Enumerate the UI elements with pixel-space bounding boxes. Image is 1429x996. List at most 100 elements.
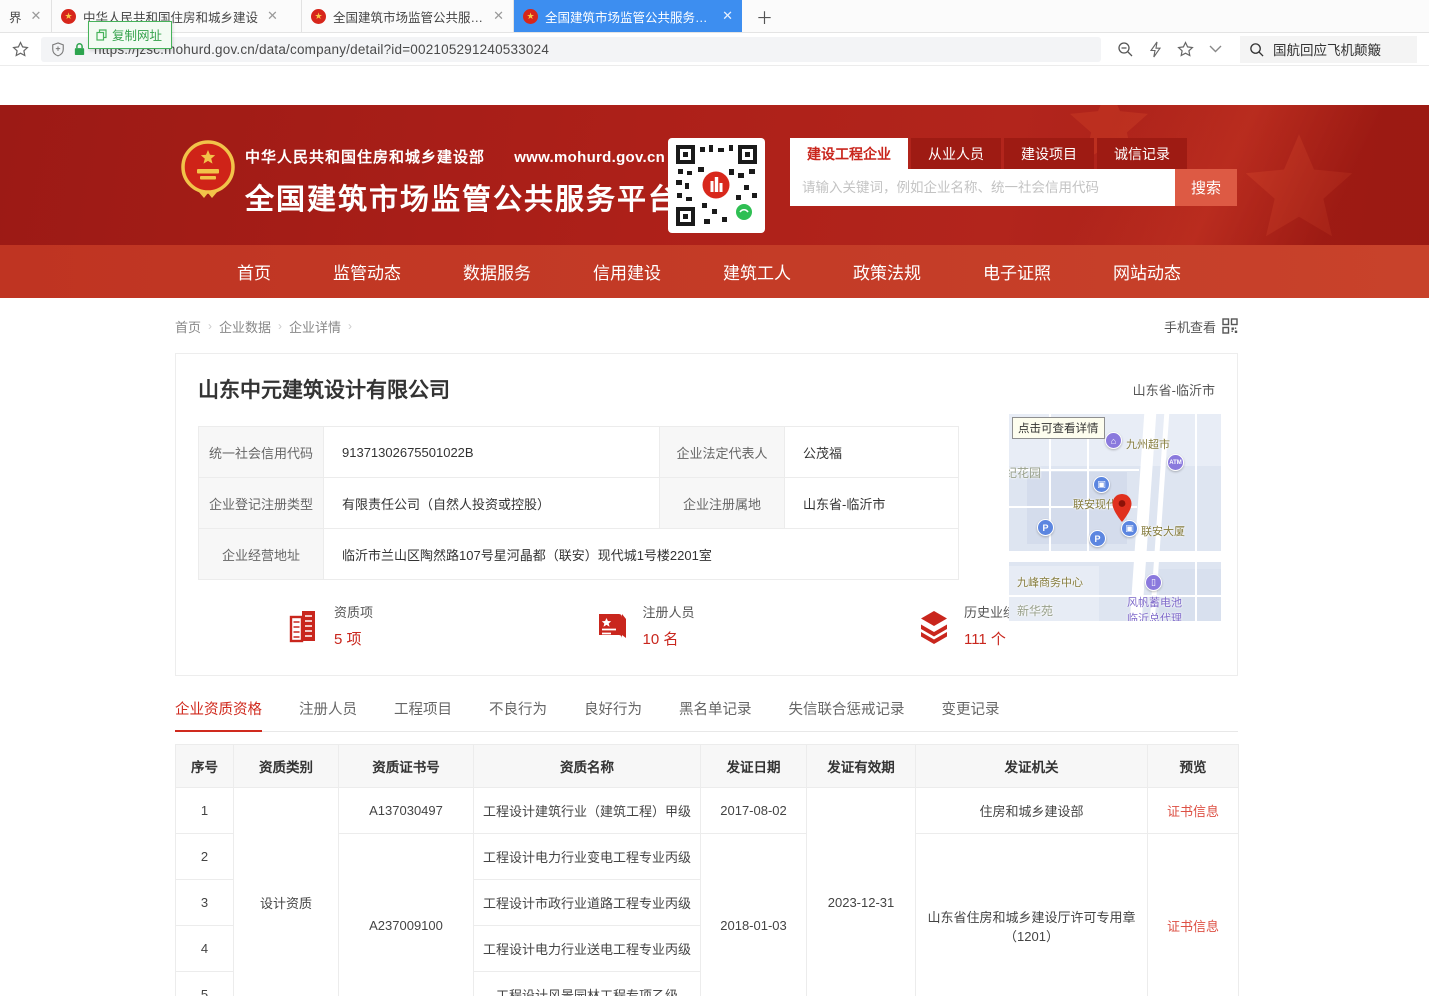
nav-certificates[interactable]: 电子证照 (952, 259, 1082, 284)
qualification-name: 工程设计电力行业送电工程专业丙级 (474, 926, 701, 972)
browser-tab-2[interactable]: ★ 全国建筑市场监管公共服务平台 ✕ (302, 0, 514, 32)
close-tab-icon[interactable]: ✕ (722, 8, 733, 24)
tab-registered-personnel[interactable]: 注册人员 (299, 698, 357, 731)
nav-policy[interactable]: 政策法规 (822, 259, 952, 284)
nav-workers[interactable]: 建筑工人 (692, 259, 822, 284)
stat-value: 5 项 (334, 628, 373, 649)
certificate-info-link[interactable]: 证书信息 (1167, 919, 1219, 934)
qualification-name: 工程设计电力行业变电工程专业丙级 (474, 834, 701, 880)
col-preview: 预览 (1148, 745, 1239, 788)
crumb-company-detail[interactable]: 企业详情 (289, 317, 341, 336)
map-road (1087, 434, 1089, 551)
stat-historical-performance[interactable]: 历史业绩 111 个 (916, 602, 1016, 649)
reg-type-label: 企业登记注册类型 (199, 478, 324, 529)
reg-type-value: 有限责任公司（自然人投资或控股） (324, 478, 660, 529)
atm-marker-icon: ATM (1167, 454, 1184, 471)
table-row: 1 设计资质 A137030497 工程设计建筑行业（建筑工程）甲级 2017-… (176, 788, 1239, 834)
search-tab-credit[interactable]: 诚信记录 (1097, 138, 1187, 169)
mobile-view[interactable]: 手机查看 (1164, 317, 1238, 336)
qualification-name: 工程设计建筑行业（建筑工程）甲级 (474, 788, 701, 834)
stat-label: 注册人员 (642, 602, 694, 621)
issuing-authority: 住房和城乡建设部 (916, 788, 1148, 834)
address-label: 企业经营地址 (199, 529, 324, 580)
tab-dishonesty[interactable]: 失信联合惩戒记录 (789, 698, 905, 731)
close-tab-icon[interactable]: ✕ (31, 8, 42, 24)
tab-good-behavior[interactable]: 良好行为 (584, 698, 642, 731)
credit-code-label: 统一社会信用代码 (199, 427, 324, 478)
lightning-icon[interactable] (1149, 41, 1162, 58)
qualification-category: 设计资质 (234, 788, 339, 996)
crumb-home[interactable]: 首页 (175, 317, 201, 336)
col-cert-no: 资质证书号 (339, 745, 474, 788)
crumb-company-data[interactable]: 企业数据 (219, 317, 271, 336)
issuing-authority: 山东省住房和城乡建设厅许可专用章（1201） (916, 834, 1148, 996)
map-tooltip: 点击可查看详情 (1012, 417, 1105, 439)
browser-actions (1117, 41, 1222, 58)
address-value: 临沂市兰山区陶然路107号星河晶都（联安）现代城1号楼2201室 (324, 529, 959, 580)
reg-place-label: 企业注册属地 (660, 478, 785, 529)
reg-place-value: 山东省-临沂市 (785, 478, 959, 529)
search-tab-enterprise[interactable]: 建设工程企业 (790, 138, 908, 169)
col-category: 资质类别 (234, 745, 339, 788)
map-label-lianan-tower: 联安大厦 (1141, 523, 1185, 539)
stat-label: 资质项 (334, 602, 373, 621)
tab-title: 全国建筑市场监管公共服务平台 (333, 7, 484, 26)
search-tab-project[interactable]: 建设项目 (1004, 138, 1094, 169)
copy-url-label: 复制网址 (112, 25, 162, 44)
crumb-separator: › (278, 319, 282, 333)
tab-projects[interactable]: 工程项目 (394, 698, 452, 731)
bookmark-star-icon[interactable] (12, 41, 29, 58)
map-road (1195, 414, 1197, 621)
favorites-star-icon[interactable] (1177, 41, 1194, 58)
browser-tab-0[interactable]: 界 ✕ (0, 0, 52, 32)
nav-credit[interactable]: 信用建设 (562, 259, 692, 284)
issue-date: 2017-08-02 (701, 788, 807, 834)
zoom-out-icon[interactable] (1117, 41, 1134, 58)
tab-bad-behavior[interactable]: 不良行为 (489, 698, 547, 731)
nav-home[interactable]: 首页 (206, 259, 302, 284)
qr-code (668, 138, 765, 233)
supermarket-marker-icon: ⌂ (1105, 432, 1122, 449)
browser-search-box[interactable]: 国航回应飞机颠簸 (1240, 36, 1417, 63)
location-map[interactable]: 点击可查看详情 ⌂ 九州超市 纪花园 ATM ▣ 联安现代城 ▣ 联安大厦 P … (1009, 414, 1221, 621)
row-no: 2 (176, 834, 234, 880)
table-header-row: 序号 资质类别 资质证书号 资质名称 发证日期 发证有效期 发证机关 预览 (176, 745, 1239, 788)
url-input[interactable]: https://jzsc.mohurd.gov.cn/data/company/… (41, 37, 1101, 62)
qualification-name: 工程设计市政行业道路工程专业丙级 (474, 880, 701, 926)
chevron-down-icon[interactable] (1209, 45, 1222, 53)
nav-supervision[interactable]: 监管动态 (302, 259, 432, 284)
site-titles: 中华人民共和国住房和城乡建设部 www.mohurd.gov.cn 全国建筑市场… (245, 146, 679, 218)
shield-icon[interactable] (51, 42, 65, 57)
stat-registered-personnel[interactable]: 注册人员 10 名 (594, 602, 694, 649)
search-tab-personnel[interactable]: 从业人员 (911, 138, 1001, 169)
crumb-separator: › (208, 319, 212, 333)
stat-qualifications[interactable]: 资质项 5 项 (286, 602, 373, 649)
browser-tab-bar: 界 ✕ ★ 中华人民共和国住房和城乡建设 ✕ ★ 全国建筑市场监管公共服务平台 … (0, 0, 1429, 33)
col-authority: 发证机关 (916, 745, 1148, 788)
qualification-icon (286, 608, 322, 644)
certificate-info-link[interactable]: 证书信息 (1167, 804, 1219, 819)
national-emblem-logo (180, 138, 236, 204)
site-favicon-icon: ★ (523, 9, 538, 24)
keyword-search-input[interactable] (790, 169, 1175, 206)
mobile-qr-icon (1222, 318, 1238, 334)
parking-icon: P (1089, 530, 1106, 547)
tab-blacklist[interactable]: 黑名单记录 (679, 698, 752, 731)
performance-icon (916, 608, 952, 644)
nav-site-news[interactable]: 网站动态 (1082, 259, 1212, 284)
close-tab-icon[interactable]: ✕ (267, 8, 278, 24)
address-bar: https://jzsc.mohurd.gov.cn/data/company/… (0, 33, 1429, 66)
close-tab-icon[interactable]: ✕ (493, 8, 504, 24)
map-label-garden: 纪花园 (1009, 464, 1041, 481)
copy-url-tooltip[interactable]: 复制网址 (88, 21, 172, 49)
browser-tab-active[interactable]: ★ 全国建筑市场监管公共服务平台 ✕ (514, 0, 742, 32)
nav-data-service[interactable]: 数据服务 (432, 259, 562, 284)
new-tab-button[interactable]: ＋ (742, 0, 787, 32)
map-label-business-center: 九峰商务中心 (1017, 574, 1083, 590)
tab-qualifications[interactable]: 企业资质资格 (175, 698, 262, 732)
company-info-table: 统一社会信用代码 91371302675501022B 企业法定代表人 公茂福 … (198, 426, 959, 580)
tab-change-records[interactable]: 变更记录 (942, 698, 1000, 731)
search-button[interactable]: 搜索 (1175, 169, 1237, 206)
search-category-tabs: 建设工程企业 从业人员 建设项目 诚信记录 (790, 138, 1237, 169)
map-label-battery: 风帆蓄电池 临沂总代理 (1127, 594, 1182, 621)
